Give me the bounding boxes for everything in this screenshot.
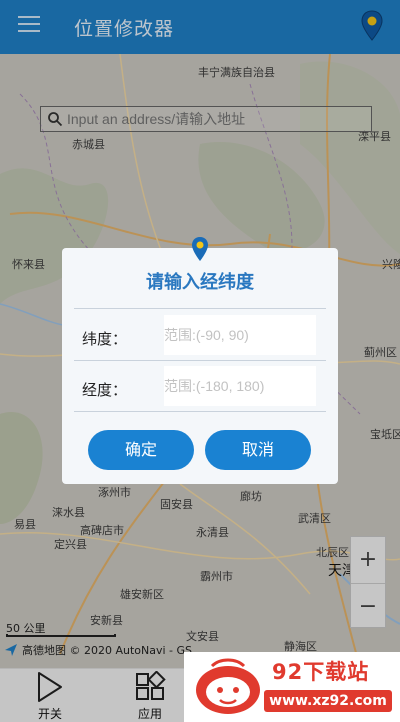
watermark-title: 92下载站 bbox=[272, 660, 370, 684]
dialog-divider bbox=[74, 360, 326, 361]
watermark: 92下载站 www.xz92.com bbox=[184, 652, 400, 722]
dialog-location-pin-icon bbox=[192, 237, 208, 261]
watermark-logo-icon bbox=[196, 658, 260, 714]
longitude-label: 经度： bbox=[82, 381, 128, 399]
cancel-button[interactable]: 取消 bbox=[205, 430, 311, 470]
latitude-input[interactable] bbox=[164, 315, 316, 355]
dialog-divider bbox=[74, 411, 326, 412]
confirm-button[interactable]: 确定 bbox=[88, 430, 194, 470]
dialog-divider bbox=[74, 308, 326, 309]
longitude-input[interactable] bbox=[164, 366, 316, 406]
watermark-url: www.xz92.com bbox=[264, 690, 392, 712]
coordinates-dialog: 请输入经纬度 纬度： 经度： 确定 取消 bbox=[62, 248, 338, 484]
dialog-title: 请输入经纬度 bbox=[146, 272, 254, 293]
latitude-label: 纬度： bbox=[82, 330, 128, 348]
